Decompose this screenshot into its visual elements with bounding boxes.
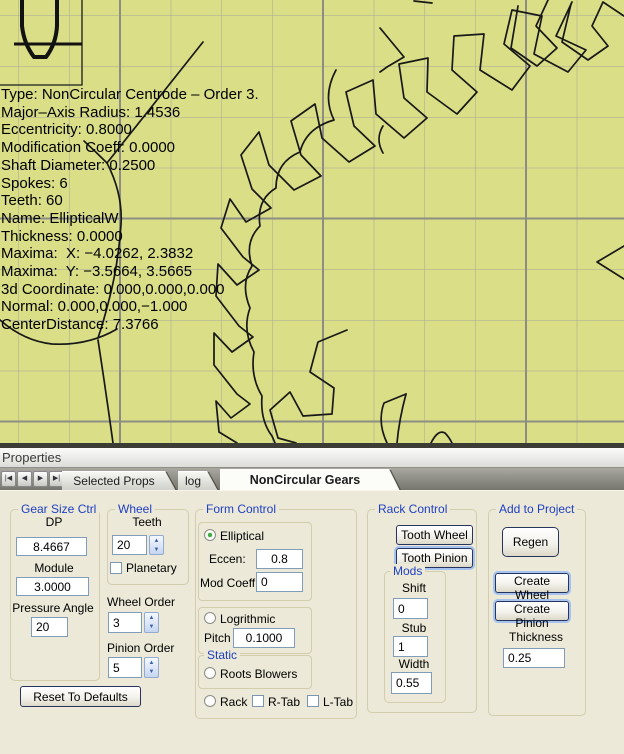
spin-down-icon[interactable]: ▼ <box>145 668 158 678</box>
pinion-order-label: Pinion Order <box>107 641 174 655</box>
mods-title: Mods <box>390 564 425 578</box>
rack-control-title: Rack Control <box>375 502 450 516</box>
properties-title: Properties <box>2 450 61 465</box>
gear-info-line: Teeth: 60 <box>1 192 259 210</box>
teeth-input[interactable] <box>112 535 147 555</box>
properties-header: Properties <box>0 448 624 467</box>
spin-up-icon[interactable]: ▲ <box>145 658 158 668</box>
planetary-label: Planetary <box>126 561 177 575</box>
teeth-label: Teeth <box>107 515 187 529</box>
wheel-order-spinner[interactable]: ▲▼ <box>144 612 159 633</box>
planetary-checkbox[interactable] <box>110 562 122 574</box>
wheel-order-label: Wheel Order <box>107 595 175 609</box>
l-tab-label: L-Tab <box>323 695 353 709</box>
tab-nav-prev-icon[interactable]: ◀ <box>17 471 32 487</box>
static-title: Static <box>204 648 240 662</box>
width-input[interactable] <box>391 672 432 694</box>
spin-up-icon[interactable]: ▲ <box>145 613 158 623</box>
gear-info-line: Maxima: X: −4.0262, 2.3832 <box>1 245 259 263</box>
pinion-order-input[interactable] <box>108 657 142 678</box>
form-control-title: Form Control <box>203 502 279 516</box>
gear-info-line: Eccentricity: 0.8000 <box>1 121 259 139</box>
dp-label: DP <box>10 515 98 529</box>
tab-strip: |◀ ◀ ▶ ▶| Selected Props log NonCircular… <box>0 467 624 490</box>
gear-size-ctrl-title: Gear Size Ctrl <box>18 502 99 516</box>
gear-info-line: Maxima: Y: −3.5664, 3.5665 <box>1 263 259 281</box>
width-label: Width <box>384 657 444 671</box>
gear-info-text: Type: NonCircular Centrode – Order 3.Maj… <box>1 86 259 334</box>
add-to-project-title: Add to Project <box>496 502 577 516</box>
shift-input[interactable] <box>393 598 428 619</box>
gear-info-line: Thickness: 0.0000 <box>1 228 259 246</box>
pitch-input[interactable] <box>233 628 295 648</box>
spin-up-icon[interactable]: ▲ <box>150 536 163 545</box>
pressure-angle-label: Pressure Angle <box>5 601 101 615</box>
reset-to-defaults-button[interactable]: Reset To Defaults <box>20 686 141 707</box>
eccen-input[interactable] <box>256 549 303 569</box>
l-tab-checkbox[interactable] <box>307 695 319 707</box>
elliptical-label: Elliptical <box>220 529 264 543</box>
tab-nav-next-icon[interactable]: ▶ <box>33 471 48 487</box>
gear-info-line: Normal: 0.000,0.000,−1.000 <box>1 298 259 316</box>
gear-info-line: Shaft Diameter: 0.2500 <box>1 157 259 175</box>
tab-selected-props[interactable]: Selected Props <box>62 471 176 491</box>
drawing-canvas[interactable]: Type: NonCircular Centrode – Order 3.Maj… <box>0 0 624 443</box>
regen-button[interactable]: Regen <box>502 527 559 557</box>
gear-info-line: Spokes: 6 <box>1 175 259 193</box>
roots-blowers-label: Roots Blowers <box>220 667 297 681</box>
gear-info-line: 3d Coordinate: 0.000,0.000,0.000 <box>1 281 259 299</box>
logrithmic-label: Logrithmic <box>220 612 275 626</box>
mod-coeff-input[interactable] <box>256 572 303 592</box>
tab-log[interactable]: log <box>178 471 218 491</box>
eccen-label: Eccen: <box>209 552 246 566</box>
logrithmic-radio[interactable] <box>204 612 216 624</box>
gear-info-line: Modification Coeff: 0.0000 <box>1 139 259 157</box>
gear-app-window: Type: NonCircular Centrode – Order 3.Maj… <box>0 0 624 754</box>
mod-coeff-label: Mod Coeff <box>200 576 255 590</box>
stub-input[interactable] <box>393 636 428 657</box>
gear-info-line: CenterDistance: 7.3766 <box>1 316 259 334</box>
tooth-wheel-button[interactable]: Tooth Wheel <box>396 525 473 545</box>
controls-panel: Gear Size Ctrl DP Module Pressure Angle … <box>0 490 624 754</box>
r-tab-checkbox[interactable] <box>252 695 264 707</box>
spin-down-icon[interactable]: ▼ <box>145 623 158 633</box>
thickness-label: Thickness <box>488 630 584 644</box>
r-tab-label: R-Tab <box>268 695 300 709</box>
wheel-order-input[interactable] <box>108 612 142 633</box>
gear-info-line: Major–Axis Radius: 1.4536 <box>1 104 259 122</box>
pitch-label: Pitch <box>204 631 231 645</box>
pinion-order-spinner[interactable]: ▲▼ <box>144 657 159 678</box>
create-wheel-button[interactable]: Create Wheel <box>495 573 569 593</box>
gear-info-line: Type: NonCircular Centrode – Order 3. <box>1 86 259 104</box>
module-input[interactable] <box>16 577 89 596</box>
create-pinion-button[interactable]: Create Pinion <box>495 601 569 621</box>
thickness-input[interactable] <box>503 648 565 668</box>
tab-nav-first-icon[interactable]: |◀ <box>1 471 16 487</box>
rack-radio[interactable] <box>204 695 216 707</box>
module-label: Module <box>10 561 98 575</box>
stub-label: Stub <box>384 621 444 635</box>
dp-input[interactable] <box>16 537 87 556</box>
tab-noncircular-gears[interactable]: NonCircular Gears <box>220 469 400 491</box>
rack-label: Rack <box>220 695 247 709</box>
roots-blowers-radio[interactable] <box>204 667 216 679</box>
gear-info-line: Name: EllipticalW <box>1 210 259 228</box>
shift-label: Shift <box>384 581 444 595</box>
pressure-angle-input[interactable] <box>31 617 68 637</box>
elliptical-radio[interactable] <box>204 529 216 541</box>
wheel-title: Wheel <box>115 502 155 516</box>
spin-down-icon[interactable]: ▼ <box>150 545 163 554</box>
teeth-spinner[interactable]: ▲▼ <box>149 535 164 555</box>
